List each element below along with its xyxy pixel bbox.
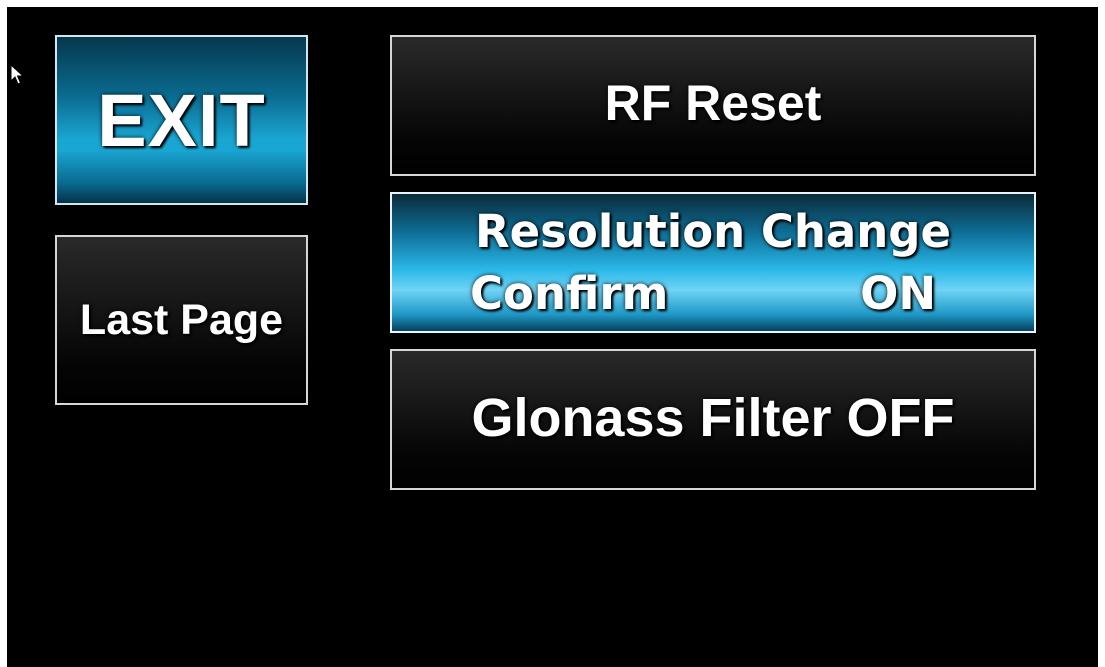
exit-button[interactable]: EXIT [55,35,308,205]
rf-reset-button[interactable]: RF Reset [390,35,1036,176]
last-page-button[interactable]: Last Page [55,235,308,405]
confirm-state-value: ON [860,266,936,320]
exit-button-label: EXIT [97,78,266,162]
glonass-filter-button-label: Glonass Filter OFF [471,387,955,448]
rf-reset-button-label: RF Reset [604,74,822,131]
mouse-pointer-icon [10,64,24,85]
device-screen: EXIT Last Page RF Reset Resolution Chang… [7,7,1098,667]
confirm-row: Confirm ON [392,263,1034,325]
resolution-change-label: Resolution Change [474,204,952,258]
resolution-change-confirm-button[interactable]: Resolution Change Confirm ON [390,192,1036,333]
last-page-button-label: Last Page [79,295,284,344]
confirm-label: Confirm [470,266,669,320]
glonass-filter-button[interactable]: Glonass Filter OFF [390,349,1036,490]
